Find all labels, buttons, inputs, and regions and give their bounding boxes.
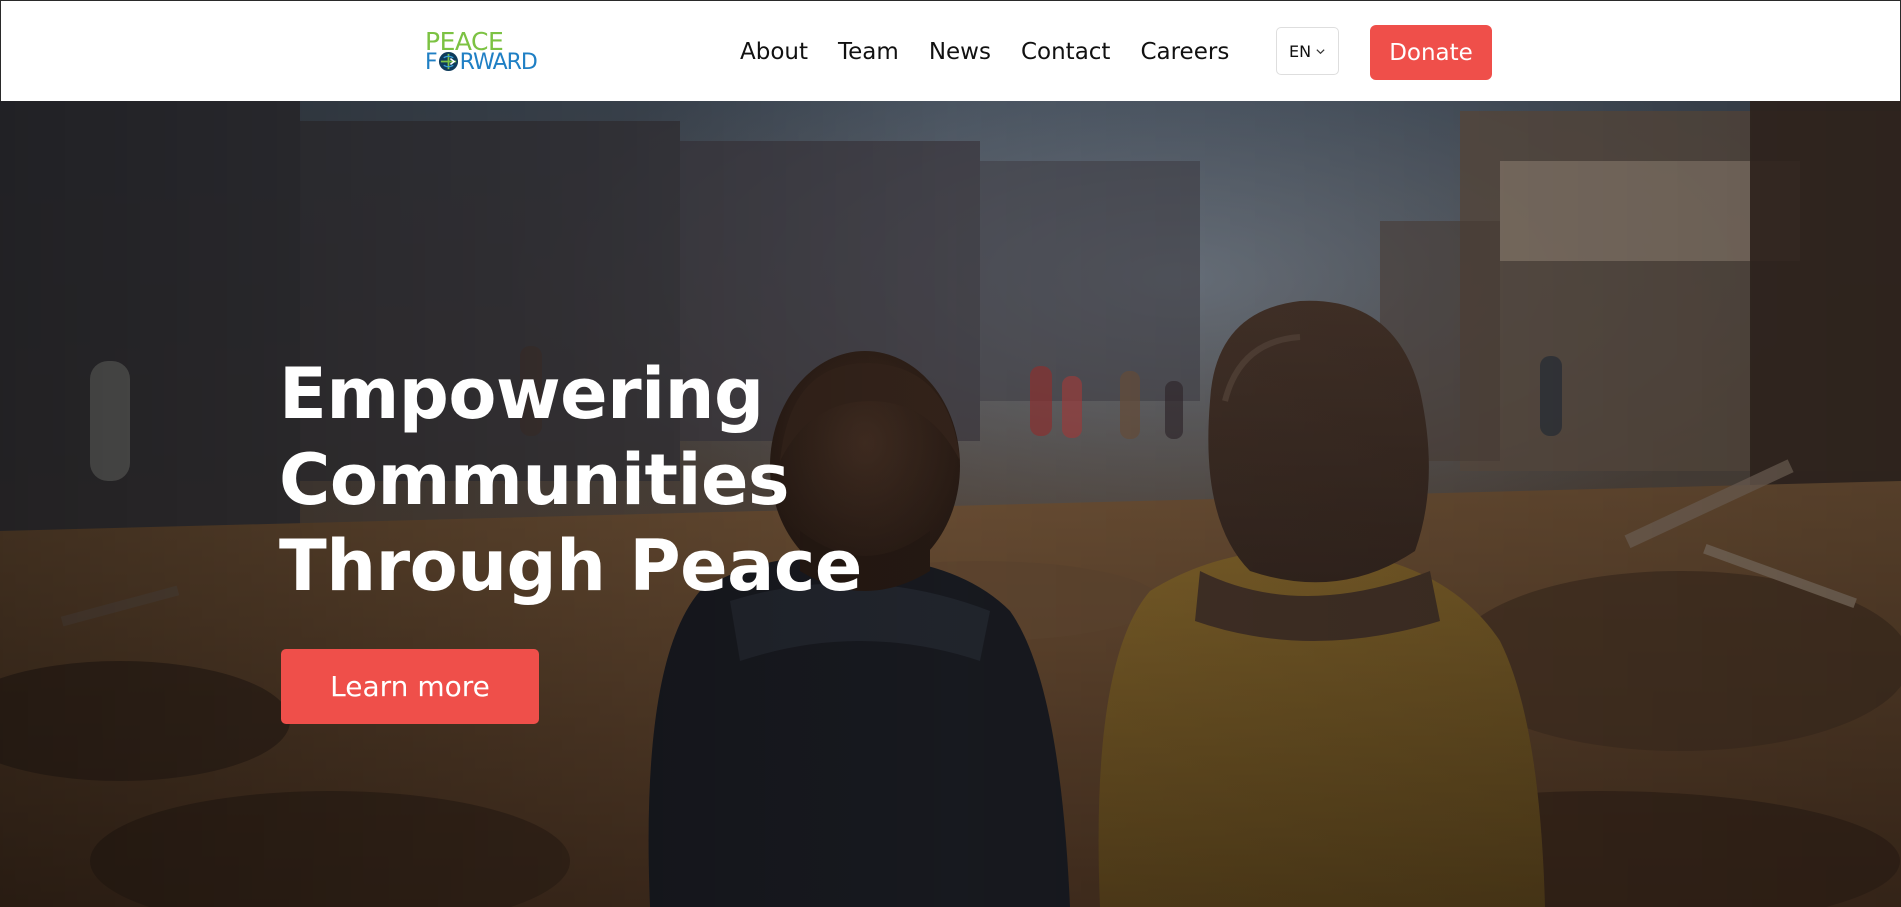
donate-button[interactable]: Donate <box>1370 25 1492 80</box>
nav-link-contact[interactable]: Contact <box>1021 39 1110 65</box>
hero-title-line-3: Through Peace <box>279 525 862 607</box>
globe-icon <box>438 51 458 72</box>
learn-more-button[interactable]: Learn more <box>281 649 539 724</box>
nav-link-careers[interactable]: Careers <box>1140 39 1229 65</box>
hero-title-line-1: Empowering <box>279 353 764 435</box>
nav-link-team[interactable]: Team <box>838 39 899 65</box>
site-header: PEACE F RWARD About Team News Contact Ca… <box>0 0 1901 101</box>
hero-section: Empowering Communities Through Peace Lea… <box>0 101 1901 907</box>
main-nav: About Team News Contact Careers <box>740 25 1259 79</box>
logo-text-forward-suffix: RWARD <box>459 50 538 75</box>
logo-text-forward-prefix: F <box>425 50 438 75</box>
logo-text-forward: F RWARD <box>425 50 538 75</box>
nav-link-news[interactable]: News <box>929 39 991 65</box>
peace-forward-logo[interactable]: PEACE F RWARD <box>423 29 538 75</box>
language-selector[interactable]: EN <box>1276 27 1339 75</box>
hero-title-line-2: Communities <box>279 439 790 521</box>
language-selected-value: EN <box>1288 41 1312 61</box>
nav-link-about[interactable]: About <box>740 39 808 65</box>
chevron-down-icon <box>1316 48 1325 54</box>
page: PEACE F RWARD About Team News Contact Ca… <box>0 0 1901 907</box>
hero-title: Empowering Communities Through Peace <box>279 351 1039 609</box>
